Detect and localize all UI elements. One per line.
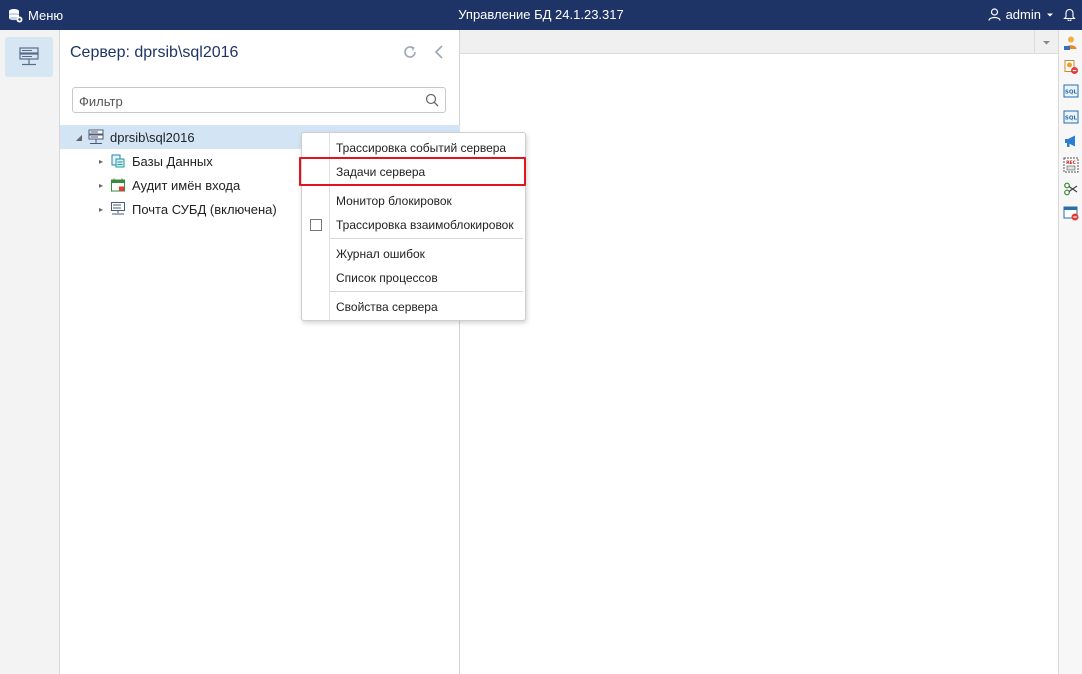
- menu-item-server-event-trace[interactable]: Трассировка событий сервера: [302, 136, 525, 160]
- server-panel: Сервер: dprsib\sql2016 ◢: [60, 30, 460, 674]
- bell-icon: [1063, 8, 1076, 22]
- filter-input[interactable]: [79, 92, 419, 110]
- tree-node-label: Аудит имён входа: [132, 177, 241, 193]
- expand-arrow-icon[interactable]: ▸: [96, 157, 106, 166]
- toolbar-sql-button[interactable]: SQL: [1062, 82, 1080, 100]
- context-menu: Трассировка событий сервера Задачи серве…: [299, 132, 526, 321]
- menu-item-server-jobs[interactable]: Задачи сервера: [302, 160, 525, 184]
- tree-node-login-audit[interactable]: ▸ Аудит имён входа: [96, 173, 240, 197]
- svg-text:SQL: SQL: [1065, 116, 1078, 122]
- collapse-panel-button[interactable]: [432, 44, 446, 63]
- chevron-left-icon: [434, 45, 443, 59]
- menu-item-label: Трассировка событий сервера: [336, 141, 507, 155]
- user-name: admin: [1005, 7, 1041, 22]
- expand-arrow-icon[interactable]: ▸: [96, 205, 106, 214]
- menu-item-label: Трассировка взаимоблокировок: [336, 218, 514, 232]
- menu-separator: [330, 185, 523, 186]
- right-toolbar: SQL SQL REC: [1058, 30, 1082, 674]
- toolbar-user-task-button[interactable]: [1062, 34, 1080, 52]
- svg-text:SQL: SQL: [1065, 90, 1078, 96]
- menu-item-deadlock-trace[interactable]: Трассировка взаимоблокировок: [302, 213, 525, 237]
- menu-item-process-list[interactable]: Список процессов: [302, 266, 525, 290]
- toolbar-record-button[interactable]: REC: [1062, 156, 1080, 174]
- left-rail: [0, 30, 60, 674]
- menu-separator: [330, 238, 523, 239]
- title-bar: Меню Управление БД 24.1.23.317 admin: [0, 0, 1082, 30]
- svg-text:REC: REC: [1066, 160, 1077, 166]
- toolbar-scissors-button[interactable]: [1062, 180, 1080, 198]
- app-title: Управление БД 24.1.23.317: [458, 7, 624, 22]
- menu-item-error-log[interactable]: Журнал ошибок: [302, 242, 525, 266]
- job-stop-icon: [1064, 60, 1078, 74]
- panel-title: Сервер: dprsib\sql2016: [70, 44, 239, 61]
- user-menu[interactable]: admin: [987, 7, 1054, 22]
- caret-down-icon: [1043, 40, 1050, 44]
- toolbar-announce-button[interactable]: [1062, 132, 1080, 150]
- menu-item-label: Список процессов: [336, 271, 438, 285]
- tree-node-databases[interactable]: ▸ Базы Данных: [96, 149, 213, 173]
- tab-strip: [460, 30, 1058, 54]
- filter-field: [72, 87, 446, 113]
- server-icon: [86, 127, 106, 147]
- expand-arrow-icon[interactable]: ▸: [96, 181, 106, 190]
- record-icon: REC: [1063, 157, 1079, 173]
- toolbar-job-stop-button[interactable]: [1062, 58, 1080, 76]
- search-icon[interactable]: [425, 93, 439, 107]
- server-explorer-button[interactable]: [5, 37, 53, 77]
- notifications-button[interactable]: [1063, 7, 1076, 24]
- refresh-icon: [404, 46, 416, 58]
- refresh-button[interactable]: [402, 44, 418, 63]
- tree-node-label: dprsib\sql2016: [110, 129, 195, 145]
- menu-item-label: Журнал ошибок: [336, 247, 425, 261]
- tab-list-dropdown[interactable]: [1034, 30, 1058, 54]
- menu-item-server-properties[interactable]: Свойства сервера: [302, 295, 525, 319]
- databases-icon: [108, 151, 128, 171]
- toolbar-window-remove-button[interactable]: [1062, 204, 1080, 222]
- mail-server-icon: [108, 199, 128, 219]
- server-icon: [19, 47, 39, 66]
- main-content: [460, 30, 1058, 674]
- tree-node-db-mail[interactable]: ▸ Почта СУБД (включена): [96, 197, 277, 221]
- menu-item-lock-monitor[interactable]: Монитор блокировок: [302, 189, 525, 213]
- deadlock-trace-checkbox[interactable]: [310, 219, 322, 231]
- menu-item-label: Задачи сервера: [336, 165, 426, 179]
- tree-node-label: Базы Данных: [132, 153, 213, 169]
- caret-down-icon: [1047, 13, 1053, 16]
- user-icon: [987, 8, 1001, 21]
- window-remove-icon: [1063, 206, 1079, 221]
- collapse-arrow-icon[interactable]: ◢: [74, 133, 84, 142]
- calendar-audit-icon: [108, 175, 128, 195]
- tree-node-label: Почта СУБД (включена): [132, 201, 277, 217]
- menu-item-label: Свойства сервера: [336, 300, 438, 314]
- sql-icon: SQL: [1063, 84, 1079, 98]
- person-task-icon: [1064, 36, 1077, 50]
- scissors-icon: [1064, 182, 1078, 196]
- menu-item-label: Монитор блокировок: [336, 194, 452, 208]
- menu-separator: [330, 291, 523, 292]
- toolbar-sql-editor-button[interactable]: SQL: [1062, 108, 1080, 126]
- sql-editor-icon: SQL: [1063, 110, 1079, 124]
- megaphone-icon: [1065, 135, 1075, 147]
